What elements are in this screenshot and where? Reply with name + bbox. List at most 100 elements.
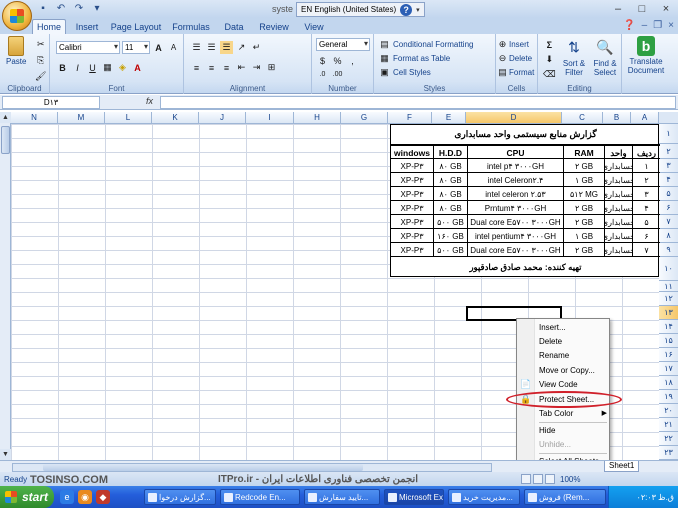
report-prepared-by[interactable]: تهیه کننده: محمد صادق صادقپور <box>391 257 660 277</box>
report-cell[interactable]: ۳ <box>632 187 660 201</box>
cells-format-button[interactable]: ▤ Format <box>498 66 534 79</box>
column-header-l[interactable]: L <box>105 112 152 124</box>
row-header[interactable]: ۱۰ <box>659 257 678 281</box>
column-header-j[interactable]: J <box>199 112 246 124</box>
menu-item-view-code[interactable]: View Code <box>539 377 607 391</box>
report-cell[interactable]: حسابداری <box>604 159 632 173</box>
report-cell[interactable]: ۲ GB <box>563 159 604 173</box>
name-box[interactable]: D۱۳ <box>2 96 100 109</box>
app-icon[interactable]: ◆ <box>96 490 110 504</box>
bold-button[interactable]: B <box>56 61 69 74</box>
menu-item-delete[interactable]: Delete <box>539 334 607 348</box>
help-icon[interactable]: ? <box>400 3 413 16</box>
customize-icon[interactable]: ▾ <box>90 2 104 15</box>
row-header[interactable]: ۱۶ <box>659 348 678 362</box>
task-button-report[interactable]: گزارش درخوا... <box>144 489 216 505</box>
firefox-icon[interactable]: ◉ <box>78 490 92 504</box>
report-header-cell[interactable]: H.D.D <box>433 146 467 160</box>
browser-icon[interactable]: e <box>60 490 74 504</box>
report-cell[interactable]: ۵۱۲ MG <box>563 187 604 201</box>
menu-item-rename[interactable]: Rename <box>539 348 607 362</box>
language-bar[interactable]: EN English (United States) ? ▾ <box>296 2 425 17</box>
font-color-icon[interactable]: A <box>131 61 144 74</box>
task-button-order[interactable]: تایید سفارش... <box>304 489 380 505</box>
report-cell[interactable]: ۲ <box>632 173 660 187</box>
save-icon[interactable]: ▪ <box>36 2 50 15</box>
format-as-table-button[interactable]: ▦ Format as Table <box>378 52 450 65</box>
align-center-icon[interactable]: ≡ <box>205 61 218 74</box>
report-cell[interactable]: XP-P۳ <box>391 201 433 215</box>
tab-insert[interactable]: Insert <box>68 19 106 34</box>
row-header[interactable]: ۱۸ <box>659 376 678 390</box>
sort-filter-button[interactable]: ⇅ Sort & Filter <box>560 36 588 78</box>
scroll-down-icon[interactable]: ▼ <box>0 449 11 460</box>
report-header-cell[interactable]: RAM <box>563 146 604 160</box>
column-header-c[interactable]: C <box>562 112 603 124</box>
report-cell[interactable]: ۱ GB <box>563 229 604 243</box>
merge-center-icon[interactable]: ⊞ <box>265 61 278 74</box>
column-header-a[interactable]: A <box>631 112 659 124</box>
align-top-icon[interactable]: ☰ <box>190 41 203 54</box>
menu-item-hide[interactable]: Hide <box>539 423 607 437</box>
report-cell[interactable]: ۸۰ GB <box>433 201 467 215</box>
ribbon-restore-icon[interactable]: ❐ <box>653 20 662 31</box>
row-header[interactable]: ۱۱ <box>659 281 678 292</box>
column-header-n[interactable]: N <box>11 112 58 124</box>
report-cell[interactable]: XP-P۳ <box>391 173 433 187</box>
fill-color-icon[interactable]: ◈ <box>116 61 129 74</box>
align-bottom-icon[interactable]: ☰ <box>220 41 233 54</box>
report-cell[interactable]: Dual core E۵۷۰۰ ۳۰۰۰GH <box>467 243 563 257</box>
font-name-combo[interactable]: Calibri <box>56 41 120 54</box>
italic-button[interactable]: I <box>71 61 84 74</box>
report-cell[interactable]: intel pentium۴ ۳۰۰۰GH <box>467 229 563 243</box>
report-cell[interactable]: ۸۰ GB <box>433 187 467 201</box>
report-header-cell[interactable]: windows <box>391 146 433 160</box>
report-cell[interactable]: XP-P۳ <box>391 229 433 243</box>
row-header[interactable]: ۱ <box>659 124 678 144</box>
report-cell[interactable]: حسابداری <box>604 201 632 215</box>
report-cell[interactable]: ۱ GB <box>563 173 604 187</box>
tab-formulas[interactable]: Formulas <box>168 19 214 34</box>
language-options-icon[interactable]: ▾ <box>416 6 420 14</box>
align-middle-icon[interactable]: ☰ <box>205 41 218 54</box>
column-header-b[interactable]: B <box>603 112 631 124</box>
row-header[interactable]: ۶ <box>659 201 678 215</box>
row-header[interactable]: ۳ <box>659 159 678 173</box>
borders-icon[interactable]: ▦ <box>101 61 114 74</box>
fill-icon[interactable]: ⬇ <box>543 53 556 66</box>
task-button-sales[interactable]: فروش (Rem... <box>524 489 606 505</box>
report-cell[interactable]: Prntum۴ ۳۰۰۰GH <box>467 201 563 215</box>
undo-icon[interactable]: ↶ <box>54 2 68 15</box>
report-cell[interactable]: ۲ GB <box>563 201 604 215</box>
copy-icon[interactable]: ⎘ <box>34 54 47 67</box>
task-button-excel[interactable]: Microsoft Ex... <box>384 489 444 505</box>
align-left-icon[interactable]: ≡ <box>190 61 203 74</box>
menu-item-move-copy[interactable]: Move or Copy... <box>539 363 607 377</box>
report-cell[interactable]: ۸۰ GB <box>433 159 467 173</box>
row-header[interactable]: ۲۰ <box>659 404 678 418</box>
report-cell[interactable]: ۷ <box>632 243 660 257</box>
font-size-combo[interactable]: 11 <box>122 41 150 54</box>
page-layout-view-icon[interactable] <box>533 474 543 484</box>
row-header[interactable]: ۱۳ <box>659 306 678 320</box>
report-cell[interactable]: XP-P۳ <box>391 215 433 229</box>
report-cell[interactable]: حسابداری <box>604 187 632 201</box>
menu-item-tab-color[interactable]: Tab Color ▶ <box>539 406 607 420</box>
report-cell[interactable]: ۸۰ GB <box>433 173 467 187</box>
autosum-button[interactable]: Σ <box>543 38 556 51</box>
cells-delete-button[interactable]: ⊖ Delete <box>498 52 532 65</box>
cut-icon[interactable]: ✂ <box>34 38 47 51</box>
insert-function-button[interactable]: fx <box>146 96 153 106</box>
number-format-combo[interactable]: General <box>316 38 370 51</box>
ribbon-close-icon[interactable]: × <box>668 20 674 31</box>
underline-button[interactable]: U <box>86 61 99 74</box>
column-header-i[interactable]: I <box>246 112 294 124</box>
wrap-text-icon[interactable]: ↵ <box>250 41 263 54</box>
scroll-up-icon[interactable]: ▲ <box>0 112 11 123</box>
shrink-font-button[interactable]: A <box>167 41 180 54</box>
language-label[interactable]: EN English (United States) <box>301 5 396 14</box>
cell-styles-button[interactable]: ▣ Cell Styles <box>378 66 431 79</box>
vertical-scrollbar[interactable]: ▲ ▼ <box>0 112 11 460</box>
report-cell[interactable]: ۵ <box>632 215 660 229</box>
task-button-purchase[interactable]: مدیریت خرید... <box>448 489 520 505</box>
